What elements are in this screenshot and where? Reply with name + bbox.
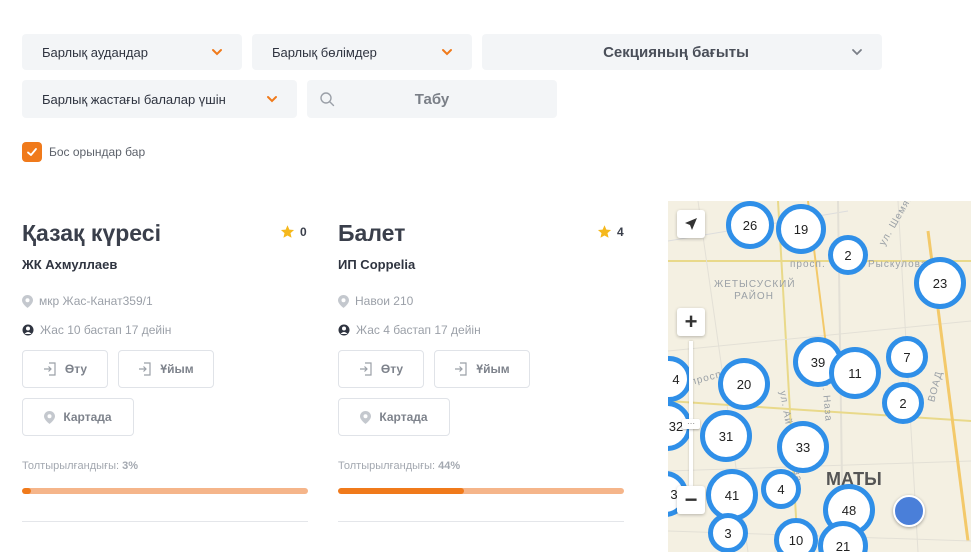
show-on-map-button[interactable]: Картада bbox=[22, 398, 134, 436]
direction-select[interactable]: Секцияның бағыты bbox=[482, 34, 882, 70]
map-cluster[interactable]: 2 bbox=[828, 235, 868, 275]
fill-level-label: Толтырылғандығы: bbox=[338, 460, 436, 472]
card-age-text: Жас 4 бастап 17 дейін bbox=[356, 323, 481, 337]
rating-value: 4 bbox=[617, 224, 624, 239]
zoom-in-button[interactable]: + bbox=[677, 308, 705, 336]
geolocation-button[interactable] bbox=[677, 210, 705, 238]
fill-level-label: Толтырылғандығы: bbox=[22, 460, 120, 472]
organization-button-label: Ұйым bbox=[160, 362, 194, 376]
map-cluster[interactable]: 23 bbox=[914, 257, 966, 309]
apply-button[interactable]: Өту bbox=[338, 350, 424, 388]
navigation-arrow-icon bbox=[685, 218, 697, 230]
vacancies-checkbox[interactable] bbox=[22, 142, 42, 162]
show-on-map-button[interactable]: Картада bbox=[338, 398, 450, 436]
card-address: Навои 210 bbox=[338, 294, 413, 308]
organization-button[interactable]: Ұйым bbox=[118, 350, 214, 388]
card-title[interactable]: Балет bbox=[338, 220, 405, 247]
fill-progress-value bbox=[338, 488, 464, 494]
card-organization: ЖК Ахмуллаев bbox=[22, 257, 118, 272]
map-cluster[interactable]: 3 bbox=[708, 513, 748, 552]
login-icon bbox=[43, 362, 56, 376]
direction-select-label: Секцияның бағыты bbox=[603, 43, 749, 61]
apply-button-label: Өту bbox=[64, 362, 88, 376]
fill-level-value: 44% bbox=[438, 460, 461, 472]
location-pin-icon bbox=[338, 294, 349, 308]
fill-level-value: 3% bbox=[122, 460, 139, 472]
apply-button[interactable]: Өту bbox=[22, 350, 108, 388]
age-select-label: Барлық жастағы балалар үшін bbox=[42, 91, 226, 107]
login-icon bbox=[359, 362, 372, 376]
location-pin-icon bbox=[360, 410, 372, 424]
card-age: Жас 4 бастап 17 дейін bbox=[338, 323, 481, 337]
street-label: просп. bbox=[790, 259, 826, 270]
card-address-text: Навои 210 bbox=[355, 294, 414, 308]
card-rating: 4 bbox=[597, 224, 624, 239]
vacancies-label: Бос орындар бар bbox=[49, 145, 146, 159]
show-on-map-label: Картада bbox=[379, 410, 428, 424]
card-age: Жас 10 бастап 17 дейін bbox=[22, 323, 171, 337]
apply-button-label: Өту bbox=[380, 362, 404, 376]
card-divider bbox=[22, 521, 308, 522]
department-select-label: Барлық бөлімдер bbox=[272, 44, 377, 60]
zoom-out-button[interactable]: − bbox=[677, 486, 705, 514]
location-pin-icon bbox=[22, 294, 33, 308]
fill-level-text: Толтырылғандығы: 3% bbox=[22, 460, 138, 472]
zoom-slider-handle[interactable]: ⋯ bbox=[682, 419, 700, 429]
card-organization: ИП Coppelia bbox=[338, 257, 416, 272]
person-icon bbox=[338, 324, 350, 336]
card-age-text: Жас 10 бастап 17 дейін bbox=[40, 323, 172, 337]
map-cluster[interactable]: 7 bbox=[886, 336, 928, 378]
district-select-label: Барлық аудандар bbox=[42, 44, 148, 60]
zoom-slider-track[interactable] bbox=[689, 341, 693, 486]
card-address-text: мкр Жас-Канат359/1 bbox=[39, 294, 153, 308]
organization-button[interactable]: Ұйым bbox=[434, 350, 530, 388]
map-cluster[interactable]: 11 bbox=[829, 347, 881, 399]
search-placeholder: Табу bbox=[414, 90, 450, 108]
map-cluster[interactable]: 4 bbox=[761, 469, 801, 509]
card-title[interactable]: Қазақ күресі bbox=[22, 220, 161, 247]
login-icon bbox=[139, 362, 152, 376]
show-on-map-label: Картада bbox=[63, 410, 112, 424]
login-icon bbox=[455, 362, 468, 376]
chevron-down-icon bbox=[852, 49, 862, 56]
star-icon bbox=[280, 225, 295, 238]
card-divider bbox=[338, 521, 624, 522]
card-address: мкр Жас-Канат359/1 bbox=[22, 294, 153, 308]
fill-progress-value bbox=[22, 488, 31, 494]
rating-value: 0 bbox=[300, 224, 307, 239]
organization-button-label: Ұйым bbox=[476, 362, 510, 376]
check-icon bbox=[27, 148, 37, 156]
panorama-icon[interactable] bbox=[893, 495, 925, 527]
chevron-down-icon bbox=[212, 49, 222, 56]
age-select[interactable]: Барлық жастағы балалар үшін bbox=[22, 80, 297, 118]
fill-progress-bar bbox=[338, 488, 624, 494]
map-cluster[interactable]: 20 bbox=[718, 358, 770, 410]
district-label: ЖЕТЫСУСКИЙ РАЙОН bbox=[714, 279, 796, 302]
location-pin-icon bbox=[44, 410, 56, 424]
district-select[interactable]: Барлық аудандар bbox=[22, 34, 242, 70]
chevron-down-icon bbox=[267, 96, 277, 103]
map-cluster[interactable]: 33 bbox=[777, 421, 829, 473]
fill-level-text: Толтырылғандығы: 44% bbox=[338, 460, 460, 472]
person-icon bbox=[22, 324, 34, 336]
map-cluster[interactable]: 26 bbox=[726, 201, 774, 249]
star-icon bbox=[597, 225, 612, 238]
fill-progress-bar bbox=[22, 488, 308, 494]
map-view[interactable]: ЖЕТЫСУСКИЙ РАЙОН МАТЫ просп. ул. Шемяк Р… bbox=[668, 201, 971, 552]
map-cluster[interactable]: 31 bbox=[700, 410, 752, 462]
map-cluster[interactable]: 19 bbox=[776, 204, 826, 254]
map-cluster[interactable]: 2 bbox=[882, 382, 924, 424]
chevron-down-icon bbox=[442, 49, 452, 56]
card-rating: 0 bbox=[280, 224, 307, 239]
department-select[interactable]: Барлық бөлімдер bbox=[252, 34, 472, 70]
search-input[interactable]: Табу bbox=[307, 80, 557, 118]
